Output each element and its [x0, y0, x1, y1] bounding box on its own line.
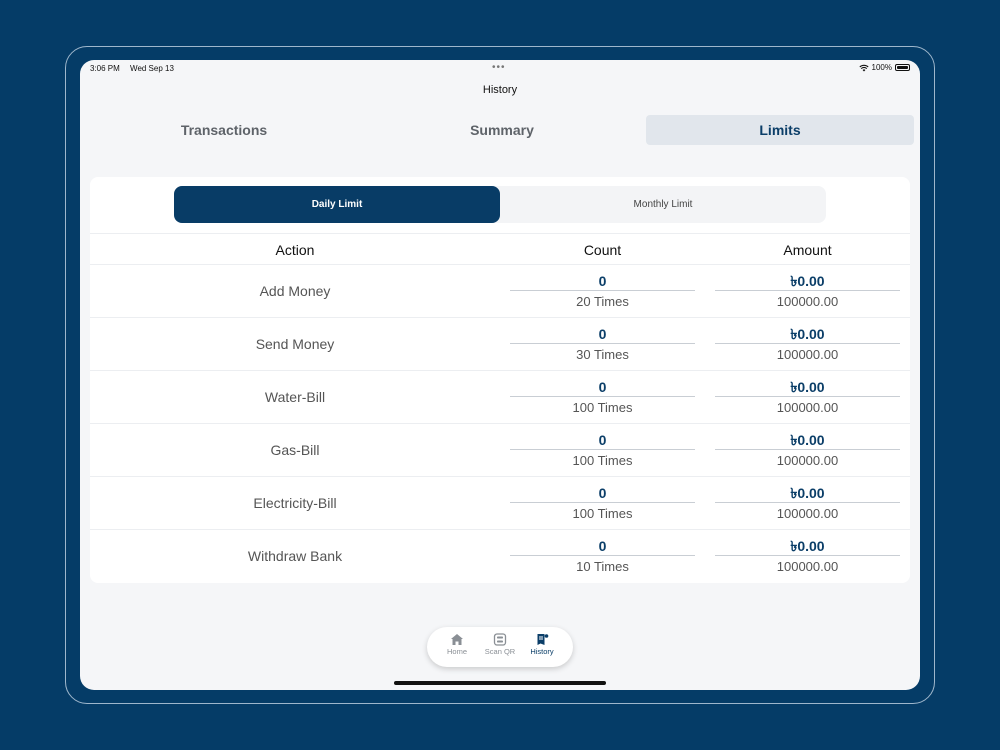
status-time-date: 3:06 PM Wed Sep 13	[90, 64, 182, 73]
header-count: Count	[583, 242, 622, 258]
count-used: 0	[510, 272, 695, 291]
amount-limit: 100000.00	[776, 294, 839, 309]
app-screen: 3:06 PM Wed Sep 13 ••• 100% History Tran…	[80, 60, 920, 690]
count-limit: 100 Times	[572, 400, 633, 415]
battery-percent: 100%	[871, 63, 892, 72]
limit-period-selector: Daily Limit Monthly Limit	[174, 186, 826, 223]
count-limit: 100 Times	[572, 506, 633, 521]
amount-cell: ৳0.00 100000.00	[715, 272, 900, 311]
amount-used: ৳0.00	[715, 484, 900, 503]
amount-cell: ৳0.00 100000.00	[715, 431, 900, 470]
status-bar: 3:06 PM Wed Sep 13 ••• 100%	[80, 60, 920, 76]
nav-history-label: History	[530, 647, 554, 656]
page-title: History	[482, 84, 518, 96]
count-used: 0	[510, 537, 695, 556]
amount-limit: 100000.00	[776, 347, 839, 362]
amount-limit: 100000.00	[776, 400, 839, 415]
row-action: Gas-Bill	[270, 442, 320, 458]
nav-history[interactable]: History	[522, 633, 562, 656]
multitask-dots-icon[interactable]: •••	[492, 62, 506, 73]
wifi-icon	[858, 64, 869, 72]
row-action: Withdraw Bank	[247, 548, 343, 564]
tab-transactions[interactable]: Transactions	[90, 115, 358, 145]
amount-limit: 100000.00	[776, 453, 839, 468]
table-row: Add Money 0 20 Times ৳0.00 100000.00	[90, 265, 910, 318]
tab-limits[interactable]: Limits	[646, 115, 914, 145]
amount-used: ৳0.00	[715, 325, 900, 344]
count-limit: 100 Times	[572, 453, 633, 468]
amount-used: ৳0.00	[715, 537, 900, 556]
amount-cell: ৳0.00 100000.00	[715, 537, 900, 576]
count-used: 0	[510, 484, 695, 503]
table-row: Electricity-Bill 0 100 Times ৳0.00 10000…	[90, 477, 910, 530]
count-limit: 10 Times	[576, 559, 629, 574]
row-action: Electricity-Bill	[253, 495, 337, 511]
table-row: Send Money 0 30 Times ৳0.00 100000.00	[90, 318, 910, 371]
history-icon	[522, 633, 562, 646]
amount-limit: 100000.00	[776, 559, 839, 574]
count-used: 0	[510, 378, 695, 397]
nav-scan-qr-label: Scan QR	[484, 647, 516, 656]
limits-table: Action Count Amount Add Money 0 20 Times…	[90, 233, 910, 583]
amount-cell: ৳0.00 100000.00	[715, 325, 900, 364]
history-tabs: Transactions Summary Limits	[80, 115, 920, 145]
home-icon	[437, 633, 477, 646]
amount-used: ৳0.00	[715, 272, 900, 291]
count-cell: 0 100 Times	[510, 431, 695, 470]
tab-summary[interactable]: Summary	[368, 115, 636, 145]
count-used: 0	[510, 431, 695, 450]
row-action: Add Money	[259, 283, 331, 299]
count-limit: 20 Times	[576, 294, 629, 309]
segment-monthly-limit[interactable]: Monthly Limit	[500, 186, 826, 223]
count-cell: 0 20 Times	[510, 272, 695, 311]
table-header: Action Count Amount	[90, 233, 910, 265]
row-action: Water-Bill	[264, 389, 326, 405]
status-indicators: 100%	[858, 63, 910, 72]
segment-daily-limit[interactable]: Daily Limit	[174, 186, 500, 223]
amount-used: ৳0.00	[715, 378, 900, 397]
amount-cell: ৳0.00 100000.00	[715, 484, 900, 523]
nav-home[interactable]: Home	[437, 633, 477, 656]
status-time: 3:06 PM	[90, 64, 120, 73]
amount-cell: ৳0.00 100000.00	[715, 378, 900, 417]
count-cell: 0 100 Times	[510, 484, 695, 523]
limits-card: Daily Limit Monthly Limit Action Count A…	[90, 177, 910, 583]
header-action: Action	[275, 242, 315, 258]
header-amount: Amount	[783, 242, 832, 258]
table-row: Gas-Bill 0 100 Times ৳0.00 100000.00	[90, 424, 910, 477]
home-indicator[interactable]	[394, 681, 606, 685]
amount-limit: 100000.00	[776, 506, 839, 521]
count-cell: 0 100 Times	[510, 378, 695, 417]
table-row: Water-Bill 0 100 Times ৳0.00 100000.00	[90, 371, 910, 424]
battery-icon	[895, 64, 910, 71]
row-action: Send Money	[255, 336, 335, 352]
count-used: 0	[510, 325, 695, 344]
bottom-navigation: Home Scan QR History	[427, 627, 573, 667]
amount-used: ৳0.00	[715, 431, 900, 450]
count-cell: 0 10 Times	[510, 537, 695, 576]
count-cell: 0 30 Times	[510, 325, 695, 364]
nav-scan-qr[interactable]: Scan QR	[480, 633, 520, 656]
table-row: Withdraw Bank 0 10 Times ৳0.00 100000.00	[90, 530, 910, 583]
scan-qr-icon	[480, 633, 520, 646]
nav-home-label: Home	[446, 647, 467, 656]
count-limit: 30 Times	[576, 347, 629, 362]
status-date: Wed Sep 13	[130, 64, 174, 73]
